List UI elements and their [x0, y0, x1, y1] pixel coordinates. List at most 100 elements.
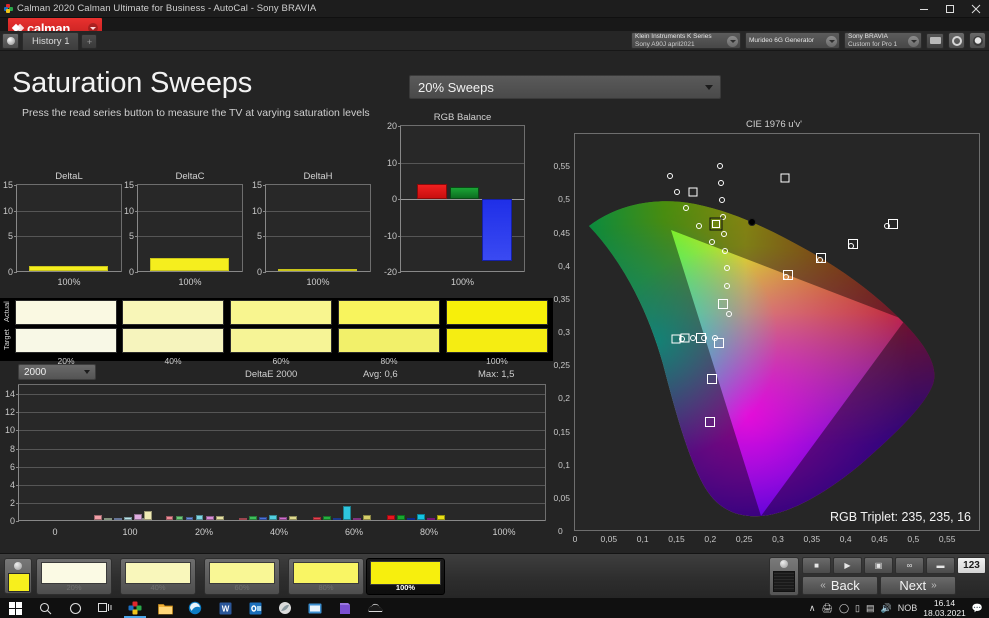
y-tick: 10: [387, 158, 397, 168]
delete-button[interactable]: ▬: [926, 557, 955, 574]
word-icon[interactable]: W: [210, 598, 240, 618]
target-marker: [781, 174, 790, 183]
network-icon[interactable]: ▤: [866, 603, 875, 614]
x-label: 100%: [137, 277, 243, 287]
deltae-bar: [427, 518, 435, 520]
saturation-button-60[interactable]: 60%: [204, 558, 280, 595]
bar-blue: [482, 199, 512, 261]
device-generator[interactable]: Murideo 6G Generator: [745, 32, 840, 49]
saturation-button-80[interactable]: 80%: [288, 558, 364, 595]
maximize-button[interactable]: [937, 0, 963, 18]
media-icon[interactable]: [300, 598, 330, 618]
notifications-icon[interactable]: 💬: [972, 603, 983, 614]
cloud-icon[interactable]: [360, 598, 390, 618]
sweep-mode-select[interactable]: 20% Sweeps: [409, 75, 721, 99]
measured-marker: [701, 335, 707, 341]
notes-icon[interactable]: [330, 598, 360, 618]
chart-title: DeltaC: [137, 171, 243, 182]
saturation-button-40[interactable]: 40%: [120, 558, 196, 595]
cie-y-tick: 0,5: [546, 194, 570, 204]
saturation-button-100[interactable]: 100%: [366, 558, 445, 595]
save-button[interactable]: ▣: [864, 557, 893, 574]
deltae-average: Avg: 0,6: [363, 369, 398, 380]
deltae-bar: [206, 516, 214, 520]
device-display[interactable]: Sony BRAVIA Custom for Pro 1: [844, 32, 922, 49]
power-icon[interactable]: [969, 32, 986, 49]
home-tab-icon[interactable]: [2, 33, 19, 49]
y-tick: 6: [10, 462, 15, 472]
tab-history-1[interactable]: History 1: [22, 32, 79, 50]
saturation-button-20[interactable]: 20%: [36, 558, 112, 595]
deltae-bar: [249, 516, 257, 520]
main-workspace: Saturation Sweeps Press the read series …: [0, 51, 989, 553]
y-tick: 0: [8, 267, 13, 277]
clock[interactable]: 16.14 18.03.2021: [923, 598, 966, 618]
swatch-column: 20%: [15, 300, 117, 354]
device-display-chevron-down-icon[interactable]: [908, 36, 919, 47]
swatch-target: [230, 328, 332, 353]
search-icon[interactable]: [30, 598, 60, 618]
navigation-cluster: ■ ▶ ▣ ∞ ▬ 123 « Back Next »: [769, 557, 986, 596]
cie-x-tick: 0,45: [869, 534, 891, 544]
printer-icon[interactable]: 🖨: [822, 603, 833, 614]
saturation-chip: [41, 562, 107, 584]
volume-icon[interactable]: 🔊: [881, 603, 892, 614]
y-tick: 0: [257, 267, 262, 277]
deltae-bar: [216, 516, 224, 520]
saturation-label: 60%: [205, 583, 279, 592]
outlook-icon[interactable]: [240, 598, 270, 618]
add-tab-button[interactable]: +: [81, 34, 97, 49]
next-button[interactable]: Next »: [880, 576, 956, 595]
play-button[interactable]: ▶: [833, 557, 862, 574]
browser-icon[interactable]: [270, 598, 300, 618]
deltae-bar: [363, 515, 371, 520]
close-button[interactable]: [963, 0, 989, 18]
x-tick: 80%: [409, 527, 449, 537]
device-generator-chevron-down-icon[interactable]: [826, 36, 837, 47]
deltae-formula-select[interactable]: 2000: [18, 364, 96, 380]
device-meter[interactable]: Klein Instruments K Series Sony A90J apr…: [631, 32, 741, 49]
stop-button[interactable]: ■: [802, 557, 831, 574]
swatch-home-button[interactable]: [4, 558, 32, 594]
cie-x-tick: 0,2: [699, 534, 721, 544]
keyboard-layout[interactable]: NOB: [898, 603, 918, 613]
y-tick: 10: [124, 206, 134, 216]
cie-plot-area[interactable]: RGB Triplet: 235, 235, 16: [574, 133, 980, 531]
cie-x-tick: 0,1: [632, 534, 654, 544]
calman-app-icon[interactable]: [120, 598, 150, 618]
deltae-bar: [259, 517, 267, 520]
task-view-icon[interactable]: [90, 598, 120, 618]
calman-application-window: Calman 2020 Calman Ultimate for Business…: [0, 0, 989, 618]
start-button[interactable]: [0, 598, 30, 618]
swatch-percent: 60%: [230, 356, 332, 366]
settings-gear-icon[interactable]: [948, 32, 965, 49]
x-tick: 20%: [184, 527, 224, 537]
y-tick: 14: [5, 389, 15, 399]
device-meter-profile: Sony A90J april2021: [635, 41, 712, 49]
cie-x-tick: 0,4: [835, 534, 857, 544]
deltae-bar: [333, 518, 341, 520]
tab-strip: History 1 + Klein Instruments K Series S…: [0, 31, 989, 51]
cie-gamut-svg: [575, 134, 980, 531]
swatch-target: [446, 328, 548, 353]
cie-y-tick: 0,2: [546, 393, 570, 403]
tray-chevron-up-icon[interactable]: ∧: [809, 603, 816, 614]
file-explorer-icon[interactable]: [150, 598, 180, 618]
display-icon[interactable]: [926, 33, 944, 49]
back-button[interactable]: « Back: [802, 576, 878, 595]
edge-icon[interactable]: [180, 598, 210, 618]
deltae-bar: [353, 518, 361, 520]
loop-button[interactable]: ∞: [895, 557, 924, 574]
pattern-preview-button[interactable]: [769, 557, 799, 596]
cortana-icon[interactable]: [60, 598, 90, 618]
chart-rgb-balance: RGB Balance 20 10 0 -10 -20 100%: [400, 125, 525, 291]
minimize-button[interactable]: [911, 0, 937, 18]
deltae-bar: [387, 515, 395, 520]
plot-area: 20 10 0 -10 -20: [400, 125, 525, 272]
device-meter-name: Klein Instruments K Series: [635, 33, 712, 41]
device-meter-chevron-down-icon[interactable]: [727, 36, 738, 47]
usb-icon[interactable]: ◯: [839, 603, 849, 614]
storage-icon[interactable]: ▯: [855, 603, 860, 614]
cie-y-tick: 0,4: [546, 261, 570, 271]
swatch-percent: 100%: [446, 356, 548, 366]
